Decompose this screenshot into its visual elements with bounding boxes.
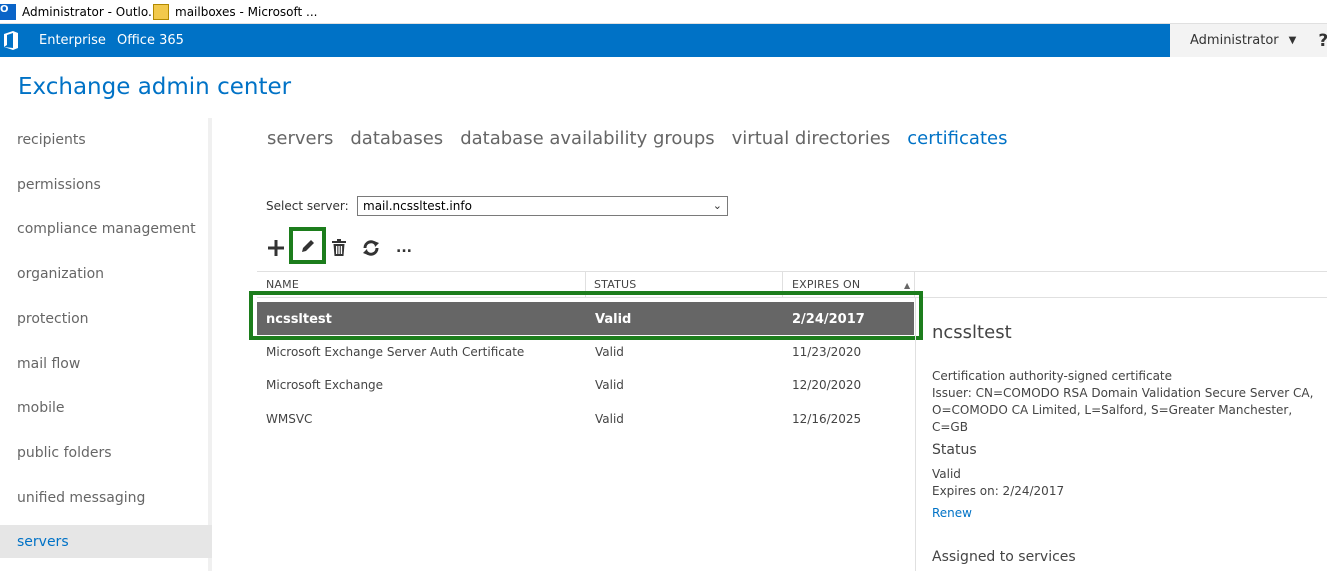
column-header-expires-on[interactable]: EXPIRES ON: [792, 278, 860, 291]
window-tab-mailboxes[interactable]: mailboxes - Microsoft ...: [153, 0, 318, 24]
outlook-icon: O: [0, 4, 16, 20]
sub-tabs: servers databases database availability …: [267, 128, 1024, 149]
table-row[interactable]: WMSVC Valid 12/16/2025: [257, 403, 914, 436]
chevron-down-icon: ⌄: [712, 199, 722, 212]
edit-icon: [302, 240, 314, 252]
renew-link[interactable]: Renew: [932, 506, 972, 520]
details-title: ncssltest: [932, 322, 1012, 343]
select-server-label: Select server:: [266, 199, 349, 213]
tab-certificates[interactable]: certificates: [907, 128, 1007, 149]
sidebar-item-public-folders[interactable]: public folders: [0, 436, 212, 469]
cell-expires: 12/16/2025: [792, 412, 862, 426]
cell-name: WMSVC: [266, 412, 313, 426]
window-tab-outlook[interactable]: O Administrator - Outlo...: [0, 0, 159, 24]
refresh-button[interactable]: [359, 236, 383, 260]
sidebar-item-mail-flow[interactable]: mail flow: [0, 347, 212, 380]
nav-office-365[interactable]: Office 365: [117, 24, 184, 57]
tab-virtual-directories[interactable]: virtual directories: [732, 128, 891, 149]
sidebar-item-recipients[interactable]: recipients: [0, 123, 212, 156]
details-type: Certification authority-signed certifica…: [932, 369, 1173, 383]
sidebar-item-servers[interactable]: servers: [0, 525, 212, 558]
user-panel: Administrator ▼ ?: [1170, 24, 1327, 57]
window-tab-label: Administrator - Outlo...: [22, 5, 160, 19]
selected-row-highlight: [249, 291, 923, 340]
delete-icon: [332, 239, 346, 256]
add-icon: [268, 240, 284, 256]
office-logo-icon[interactable]: [3, 31, 19, 50]
chevron-down-icon[interactable]: ▼: [1289, 35, 1297, 46]
sidebar-item-compliance-management[interactable]: compliance management: [0, 212, 212, 245]
cell-name: Microsoft Exchange: [266, 378, 384, 392]
details-issuer: Issuer: CN=COMODO RSA Domain Validation …: [932, 386, 1314, 400]
details-services-heading: Assigned to services: [932, 549, 1076, 565]
cell-name: Microsoft Exchange Server Auth Certifica…: [266, 345, 525, 359]
details-status-heading: Status: [932, 442, 977, 458]
refresh-icon: [363, 240, 379, 256]
tab-databases[interactable]: databases: [350, 128, 443, 149]
sidebar-item-permissions[interactable]: permissions: [0, 168, 212, 201]
app-title: Exchange admin center: [18, 74, 292, 100]
edit-button[interactable]: [296, 234, 320, 258]
top-bar: Enterprise Office 365: [0, 24, 1327, 57]
sidebar: recipients permissions compliance manage…: [0, 118, 212, 571]
user-menu[interactable]: Administrator: [1190, 33, 1279, 48]
cell-status: Valid: [595, 378, 624, 392]
tab-servers[interactable]: servers: [267, 128, 333, 149]
sidebar-item-unified-messaging[interactable]: unified messaging: [0, 481, 212, 514]
details-expires: Expires on: 2/24/2017: [932, 484, 1065, 498]
table-row[interactable]: Microsoft Exchange Valid 12/20/2020: [257, 369, 914, 402]
table-row[interactable]: Microsoft Exchange Server Auth Certifica…: [257, 336, 914, 369]
window-tab-bar: O Administrator - Outlo... mailboxes - M…: [0, 0, 1327, 24]
cell-expires: 11/23/2020: [792, 345, 862, 359]
more-button[interactable]: ...: [392, 236, 416, 260]
delete-button[interactable]: [327, 236, 351, 260]
server-select-value: mail.ncssltest.info: [363, 199, 472, 213]
sidebar-item-organization[interactable]: organization: [0, 257, 212, 290]
add-button[interactable]: [264, 236, 288, 260]
details-issuer-cont: O=COMODO CA Limited, L=Salford, S=Greate…: [932, 403, 1293, 434]
nav-enterprise[interactable]: Enterprise: [39, 24, 106, 57]
window-tab-label: mailboxes - Microsoft ...: [175, 5, 318, 19]
sort-ascending-icon[interactable]: ▲: [904, 281, 910, 290]
cell-expires: 12/20/2020: [792, 378, 862, 392]
mail-icon: [153, 4, 169, 20]
sidebar-item-protection[interactable]: protection: [0, 302, 212, 335]
column-header-status[interactable]: STATUS: [594, 278, 636, 291]
server-select[interactable]: mail.ncssltest.info ⌄: [357, 196, 728, 216]
details-status-value: Valid: [932, 467, 961, 481]
cell-status: Valid: [595, 345, 624, 359]
more-icon: ...: [396, 240, 412, 256]
sidebar-item-mobile[interactable]: mobile: [0, 391, 212, 424]
help-icon[interactable]: ?: [1318, 31, 1327, 51]
tab-database-availability-groups[interactable]: database availability groups: [460, 128, 714, 149]
cell-status: Valid: [595, 412, 624, 426]
column-header-name[interactable]: NAME: [266, 278, 299, 291]
